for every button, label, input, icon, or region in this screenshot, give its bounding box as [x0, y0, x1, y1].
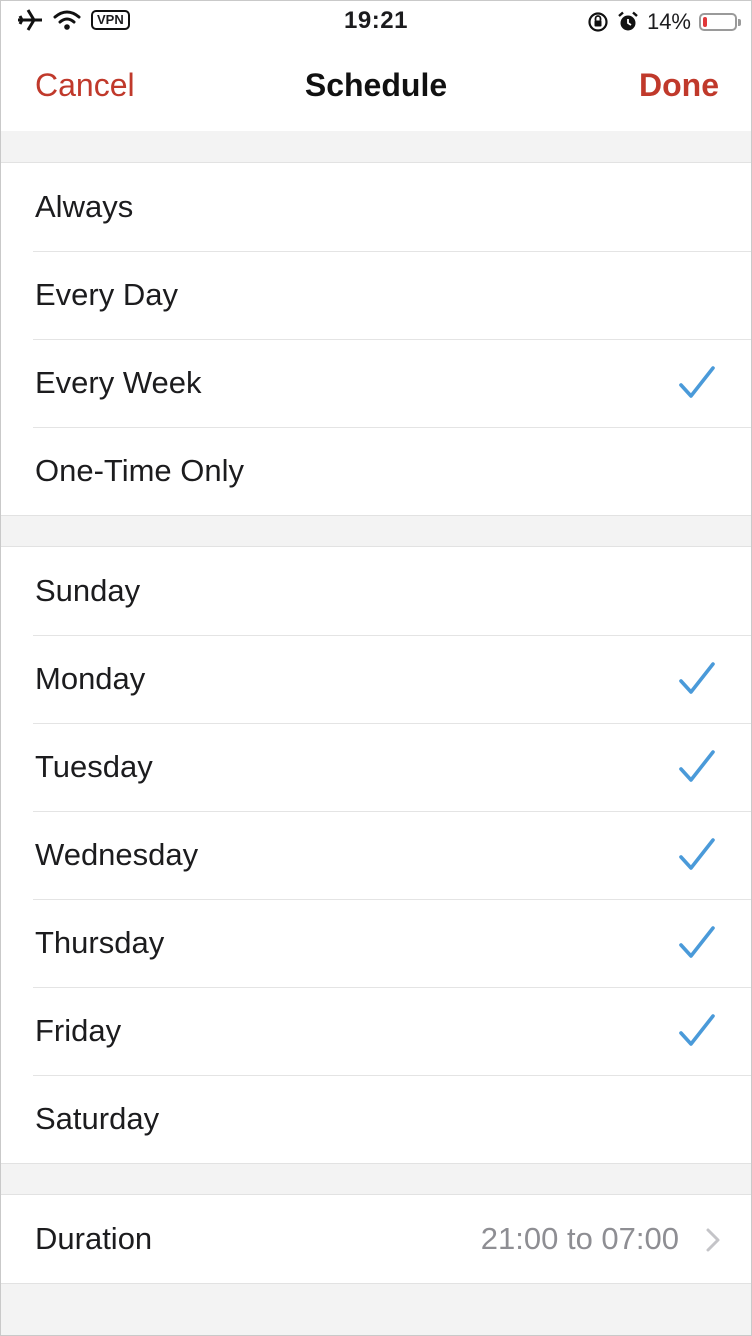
frequency-option-always[interactable]: Always	[1, 163, 751, 251]
status-bar: VPN 19:21 14%	[1, 1, 751, 45]
day-option-sunday[interactable]: Sunday	[1, 547, 751, 635]
days-section: Sunday Monday Tuesday Wednesday Thursday Frid…	[1, 546, 751, 1164]
day-option-label: Sunday	[35, 573, 141, 608]
day-option-label: Wednesday	[35, 837, 199, 872]
done-button[interactable]: Done	[639, 67, 719, 104]
frequency-option-one-time-only[interactable]: One-Time Only	[1, 427, 751, 515]
checkmark-icon	[677, 661, 717, 697]
duration-section: Duration 21:00 to 07:00	[1, 1194, 751, 1284]
battery-icon	[699, 13, 741, 31]
checkmark-icon	[677, 925, 717, 961]
frequency-option-label: Always	[35, 189, 134, 224]
day-option-label: Tuesday	[35, 749, 153, 784]
battery-percent: 14%	[646, 9, 691, 34]
day-option-label: Monday	[35, 661, 146, 696]
day-option-friday[interactable]: Friday	[1, 987, 751, 1075]
day-option-tuesday[interactable]: Tuesday	[1, 723, 751, 811]
frequency-section: Always Every Day Every Week One-Time Only	[1, 162, 751, 516]
frequency-option-every-day[interactable]: Every Day	[1, 251, 751, 339]
status-right: 14%	[587, 9, 741, 35]
frequency-option-label: Every Week	[35, 365, 202, 400]
duration-label: Duration	[35, 1221, 153, 1256]
orientation-lock-icon	[587, 11, 609, 33]
checkmark-icon	[677, 365, 717, 401]
frequency-option-label: Every Day	[35, 277, 178, 312]
chevron-right-icon	[705, 1227, 721, 1253]
day-option-wednesday[interactable]: Wednesday	[1, 811, 751, 899]
alarm-icon	[617, 11, 639, 33]
day-option-label: Saturday	[35, 1101, 160, 1136]
day-option-monday[interactable]: Monday	[1, 635, 751, 723]
frequency-option-label: One-Time Only	[35, 453, 245, 488]
day-option-label: Friday	[35, 1013, 122, 1048]
day-option-label: Thursday	[35, 925, 165, 960]
duration-value: 21:00 to 07:00	[480, 1221, 679, 1256]
checkmark-icon	[677, 1013, 717, 1049]
screen: VPN 19:21 14% Cancel Schedule Done Alway…	[0, 0, 752, 1336]
navigation-bar: Cancel Schedule Done	[1, 45, 751, 131]
duration-row[interactable]: Duration 21:00 to 07:00	[1, 1195, 751, 1283]
battery-fill	[703, 17, 707, 27]
frequency-option-every-week[interactable]: Every Week	[1, 339, 751, 427]
checkmark-icon	[677, 749, 717, 785]
checkmark-icon	[677, 837, 717, 873]
day-option-saturday[interactable]: Saturday	[1, 1075, 751, 1163]
day-option-thursday[interactable]: Thursday	[1, 899, 751, 987]
